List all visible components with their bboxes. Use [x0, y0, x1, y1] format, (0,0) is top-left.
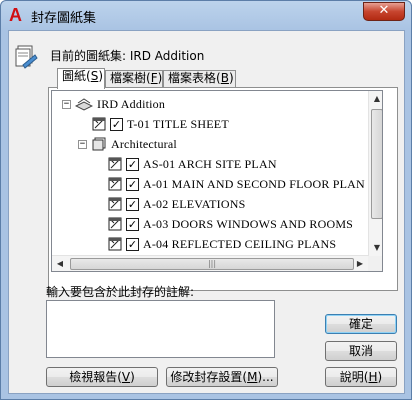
vertical-scrollbar[interactable]: ▲ ▼: [368, 91, 382, 256]
tab-files-table-label: 檔案表格: [168, 71, 217, 85]
cancel-button[interactable]: 取消: [325, 341, 397, 361]
scroll-right-icon[interactable]: ▶: [352, 256, 368, 271]
close-button[interactable]: ✕: [363, 2, 405, 21]
tree-item-label: AS-01 ARCH SITE PLAN: [143, 156, 277, 171]
modify-setup-hotkey: M: [247, 370, 258, 384]
tree-group-architectural[interactable]: − Architectural: [78, 134, 177, 154]
view-report-hotkey: V: [121, 370, 131, 384]
include-checkbox[interactable]: ✓: [110, 117, 123, 131]
include-checkbox[interactable]: ✓: [126, 157, 139, 171]
tree-item-a02[interactable]: ✓ A-02 ELEVATIONS: [108, 194, 245, 214]
scroll-down-icon[interactable]: ▼: [369, 240, 382, 256]
sheet-tree: − IRD Addition ✓ T-01 TITLE SHEET − Arch…: [51, 90, 383, 272]
tree-item-as01[interactable]: ✓ AS-01 ARCH SITE PLAN: [108, 154, 277, 174]
current-sheet-set-label: 目前的圖紙集: IRD Addition: [50, 49, 205, 63]
tab-file-tree-label: 檔案樹: [110, 71, 147, 85]
sheet-icon: [92, 117, 106, 131]
tab-sheets-hotkey: S: [90, 69, 99, 83]
include-checkbox[interactable]: ✓: [126, 237, 139, 251]
tab-file-tree[interactable]: 檔案樹(F): [105, 70, 163, 87]
sheets-tab-panel: − IRD Addition ✓ T-01 TITLE SHEET − Arch…: [48, 87, 398, 291]
view-report-label: 檢視報告: [69, 370, 118, 384]
include-checkbox[interactable]: ✓: [126, 197, 139, 211]
horizontal-scroll-thumb[interactable]: |||: [70, 258, 354, 270]
scroll-left-icon[interactable]: ◀: [52, 256, 68, 271]
modify-archive-setup-button[interactable]: 修改封存設置(M)...: [166, 367, 278, 387]
tree-item-label: A-04 REFLECTED CEILING PLANS: [143, 236, 337, 251]
tree-item-label: A-03 DOORS WINDOWS AND ROOMS: [143, 216, 354, 231]
modify-setup-label: 修改封存設置: [170, 370, 243, 384]
view-report-button[interactable]: 檢視報告(V): [46, 367, 158, 387]
tree-item-label: T-01 TITLE SHEET: [127, 116, 229, 131]
tab-files-table[interactable]: 檔案表格(B): [163, 70, 236, 87]
sheet-icon: [108, 177, 122, 191]
tree-item-a04[interactable]: ✓ A-04 REFLECTED CEILING PLANS: [108, 234, 336, 254]
include-checkbox[interactable]: ✓: [126, 217, 139, 231]
dialog-body: 目前的圖紙集: IRD Addition 圖紙(S) 檔案樹(F) 檔案表格(B…: [8, 30, 405, 394]
subset-icon: [92, 137, 106, 151]
tree-item-label: A-01 MAIN AND SECOND FLOOR PLAN: [143, 176, 365, 191]
tree-root-label: IRD Addition: [97, 96, 166, 111]
sheet-set-icon: [75, 98, 93, 111]
horizontal-scrollbar[interactable]: ◀ ||| ▶: [52, 255, 368, 271]
ok-button[interactable]: 確定: [325, 314, 397, 334]
help-button-label: 說明: [339, 370, 364, 384]
tab-sheets-label: 圖紙: [62, 69, 87, 83]
include-checkbox[interactable]: ✓: [126, 177, 139, 191]
window-title: 封存圖紙集: [31, 11, 97, 26]
tree-root-row[interactable]: − IRD Addition: [62, 94, 165, 114]
help-button-hotkey: H: [368, 370, 378, 384]
tree-item-a03[interactable]: ✓ A-03 DOORS WINDOWS AND ROOMS: [108, 214, 353, 234]
collapse-icon[interactable]: −: [78, 139, 87, 149]
collapse-icon[interactable]: −: [62, 99, 71, 109]
scroll-up-icon[interactable]: ▲: [369, 91, 382, 107]
help-button[interactable]: 說明(H): [325, 367, 397, 387]
notes-textarea[interactable]: [46, 300, 275, 358]
notes-label: 輸入要包含於此封存的註解:: [46, 285, 195, 299]
autocad-logo-icon: A: [9, 5, 22, 25]
tab-files-table-hotkey: B: [220, 71, 229, 85]
tree-item-label: A-02 ELEVATIONS: [143, 196, 246, 211]
tree-item-a01[interactable]: ✓ A-01 MAIN AND SECOND FLOOR PLAN: [108, 174, 365, 194]
tab-file-tree-hotkey: F: [150, 71, 158, 85]
sheet-icon: [108, 217, 122, 231]
sheet-icon: [108, 197, 122, 211]
sheet-icon: [108, 157, 122, 171]
title-bar[interactable]: A 封存圖紙集 ✕: [1, 1, 411, 29]
sheet-set-archive-icon: [15, 45, 38, 69]
archive-dialog-window: A 封存圖紙集 ✕ 目前的圖紙集: IRD Addition 圖紙(S) 檔案樹…: [0, 0, 412, 400]
tree-group-label: Architectural: [111, 136, 177, 151]
modify-setup-ellipsis: ...: [262, 370, 274, 384]
tree-item-t01[interactable]: ✓ T-01 TITLE SHEET: [92, 114, 229, 134]
sheet-icon: [108, 237, 122, 251]
tab-sheets[interactable]: 圖紙(S): [57, 68, 105, 89]
vertical-scroll-thumb[interactable]: [371, 109, 382, 219]
scrollbar-corner: [368, 256, 382, 271]
